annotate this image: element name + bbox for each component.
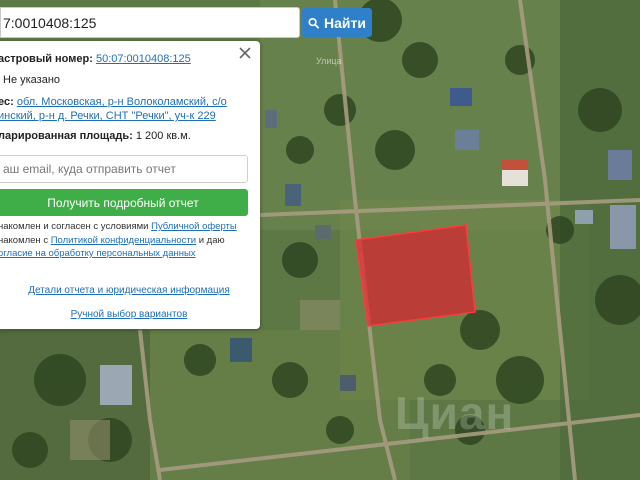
cadastral-number-link[interactable]: 50:07:0010408:125 — [96, 53, 191, 65]
search-button[interactable]: Найти — [302, 8, 372, 37]
manual-choice-row: Ручной выбор вариантов — [0, 309, 260, 320]
search-input[interactable] — [1, 8, 299, 37]
cadastral-number-row: астровый номер: 50:07:0010408:125 — [0, 53, 191, 65]
manual-choice-link[interactable]: Ручной выбор вариантов — [71, 309, 188, 320]
search-button-label: Найти — [324, 14, 366, 31]
address-label: ес: — [0, 96, 14, 108]
consent-line3: огласие на обработку персональных данных — [0, 248, 196, 259]
status-value: Не указано — [3, 74, 61, 86]
report-details-link[interactable]: Детали отчета и юридическая информация — [28, 285, 230, 296]
consent-privacy-tail: и даю — [198, 235, 225, 246]
search-box — [0, 7, 300, 38]
address-link-line1[interactable]: обл. Московская, р-н Волоколамский, с/о — [17, 96, 227, 108]
consent-privacy-text: накомлен с — [0, 235, 49, 246]
close-icon[interactable] — [238, 46, 252, 60]
area-row: ларированная площадь: 1 200 кв.м. — [0, 130, 191, 142]
consent-line1: накомлен и согласен с условиями Публично… — [0, 221, 237, 232]
map-road-label: Улица — [316, 56, 342, 66]
search-icon — [308, 17, 320, 29]
consent-offer-text: накомлен и согласен с условиями — [0, 221, 149, 232]
address-link-line2[interactable]: инский, р-н д. Речки, СНТ "Речки", уч-к … — [0, 110, 216, 122]
personal-data-consent-link[interactable]: огласие на обработку персональных данных — [0, 248, 196, 259]
cian-watermark: Циан — [395, 387, 515, 439]
address-row: ес: обл. Московская, р-н Волоколамский, … — [0, 96, 227, 108]
public-offer-link[interactable]: Публичной оферты — [151, 221, 237, 232]
get-report-button[interactable]: Получить подробный отчет — [0, 189, 248, 216]
area-label: ларированная площадь: — [0, 130, 133, 142]
email-input[interactable] — [0, 155, 248, 183]
selected-parcel — [355, 224, 476, 327]
cadastral-number-label: астровый номер: — [0, 53, 93, 65]
address-line2-row: инский, р-н д. Речки, СНТ "Речки", уч-к … — [0, 110, 216, 122]
area-value: 1 200 кв.м. — [135, 130, 191, 142]
parcel-info-panel: астровый номер: 50:07:0010408:125 Не ука… — [0, 41, 260, 329]
consent-line2: накомлен с Политикой конфиденциальности … — [0, 235, 225, 246]
details-link-row: Детали отчета и юридическая информация — [0, 285, 260, 296]
privacy-policy-link[interactable]: Политикой конфиденциальности — [51, 235, 196, 246]
